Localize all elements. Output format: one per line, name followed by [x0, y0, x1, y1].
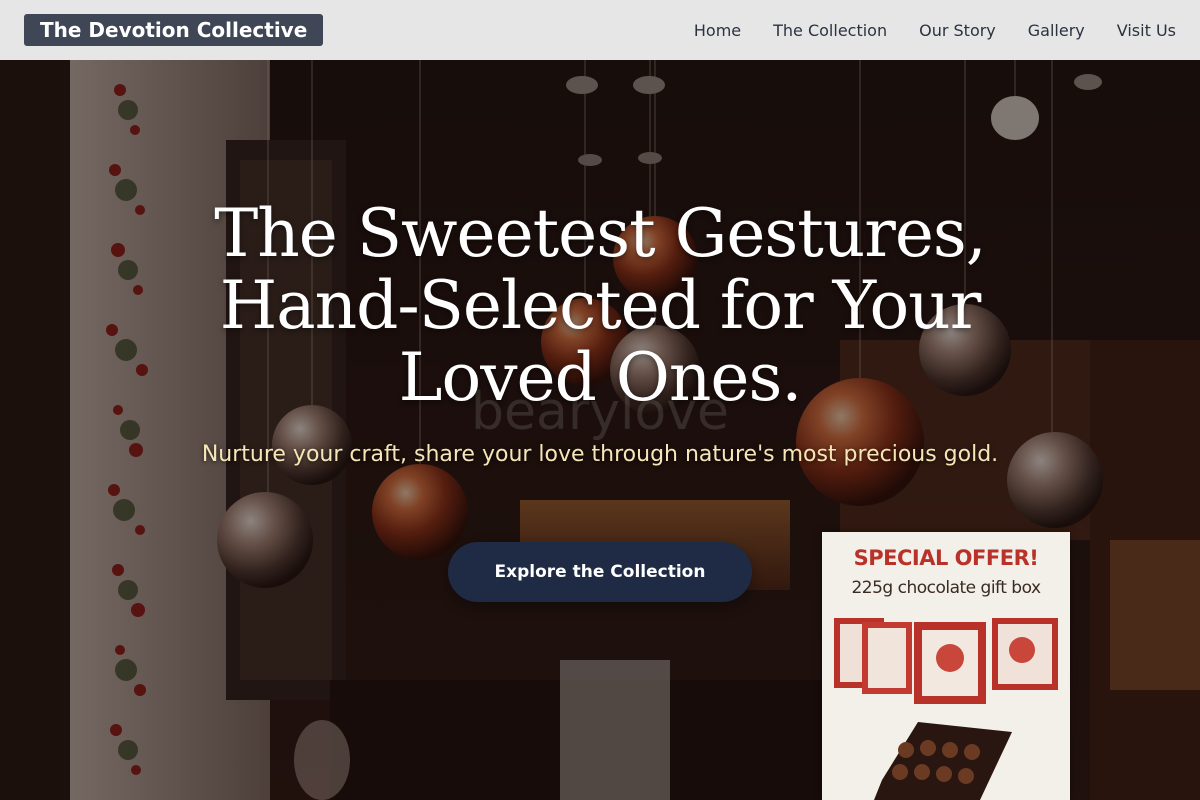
hero-subtitle: Nurture your craft, share your love thro… [201, 442, 999, 467]
hero-section: bearylove SPECIAL OFFER! 225g chocolate … [0, 60, 1200, 800]
nav-link-our-story[interactable]: Our Story [919, 21, 996, 40]
explore-collection-button[interactable]: Explore the Collection [448, 542, 752, 602]
hero-headline-line-2: Hand-Selected for Your [219, 267, 981, 344]
brand-logo[interactable]: The Devotion Collective [24, 14, 324, 46]
hero-headline: The Sweetest Gestures, Hand-Selected for … [200, 198, 1000, 414]
main-nav: Home The Collection Our Story Gallery Vi… [694, 21, 1176, 40]
hero-content: The Sweetest Gestures, Hand-Selected for … [0, 60, 1200, 800]
nav-link-home[interactable]: Home [694, 21, 741, 40]
page: The Devotion Collective Home The Collect… [0, 0, 1200, 800]
hero-headline-line-3: Loved Ones. [398, 339, 803, 416]
hero-headline-line-1: The Sweetest Gestures, [214, 195, 986, 272]
nav-link-gallery[interactable]: Gallery [1028, 21, 1085, 40]
site-header: The Devotion Collective Home The Collect… [0, 0, 1200, 60]
nav-link-collection[interactable]: The Collection [773, 21, 887, 40]
nav-link-visit-us[interactable]: Visit Us [1117, 21, 1176, 40]
